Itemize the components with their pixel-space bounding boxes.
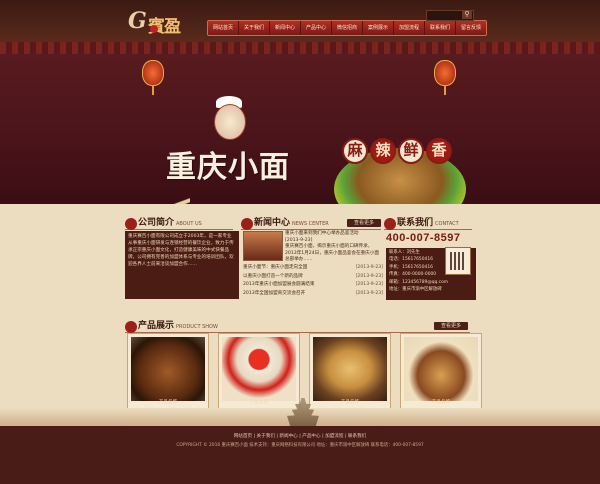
products-header: 产品展示 PRODUCT SHOW [125,318,470,333]
contact-header: 联系我们 CONTACT [384,215,472,230]
contact-line: 地址：重庆市渝中区解放碑 [389,287,442,293]
about-text: 重庆赛百小面有限公司成立于2003年，是一家专业从事重庆小面研发与连锁经营的餐饮… [125,231,239,299]
product-card[interactable]: 产品名称 [127,333,209,411]
lantern-icon [142,60,164,95]
nav-about[interactable]: 关于我们 [239,21,270,35]
nav-franchise[interactable]: 加盟流程 [394,21,425,35]
about-title-en: ABOUT US [176,221,202,227]
product-card[interactable]: 产品名称 [400,333,482,411]
about-icon [125,217,137,230]
flavor-badge: 麻 [342,138,368,164]
product-image[interactable] [131,337,205,401]
list-item[interactable]: 重庆小面节：重庆小面走向全国 [2013-9-23] [243,264,383,273]
about-title: 公司简介 [138,218,175,228]
products-icon [125,320,137,333]
products-title-en: PRODUCT SHOW [176,324,218,330]
product-label[interactable]: 产品名称 [310,399,390,405]
news-item-date: [2013-9-23] [355,265,383,270]
news-item-date: [2013-9-23] [355,290,383,296]
news-more-button[interactable]: 查看更多 [347,219,381,227]
chef-mascot [214,104,246,140]
lantern-icon [434,60,456,95]
nav-products[interactable]: 产品中心 [301,21,332,35]
contact-line: 邮箱：123456789@qq.com [389,279,449,285]
news-item-title[interactable]: 2013年重庆小面加盟展会圆满结束 [243,281,353,290]
about-header: 公司简介 ABOUT US [125,215,233,230]
news-icon [241,217,253,230]
nav-contact[interactable]: 联系我们 [425,21,456,35]
qr-code-image [445,247,471,275]
contact-title: 联系我们 [397,218,434,228]
products-more-button[interactable]: 查看更多 [434,322,468,330]
news-featured-summary: 重庆赛百小面，揭示重庆小面的口碑传承，2013年1月24日，重庆小面品鉴会在重庆… [285,244,379,263]
list-item[interactable]: 2013年重庆小面加盟展会圆满结束 [2013-9-23] [243,281,383,290]
news-item-date: [2013-9-23] [355,273,383,279]
product-label[interactable]: 产品名称 [219,399,299,405]
list-item[interactable]: 以重庆小面打造一个新的品牌 [2013-9-23] [243,273,383,282]
logo-seal-icon [150,25,158,33]
flavor-badges: 麻 辣 鲜 香 [342,138,452,164]
footer-copyright: COPYRIGHT © 2016 重庆赛百小面 技术支持：重庆网络科技有限公司 … [176,443,424,448]
product-image[interactable] [222,337,296,401]
footer-links[interactable]: 网站首页 | 关于我们 | 新闻中心 | 产品中心 | 加盟流程 | 联系我们 [0,433,600,439]
search-icon[interactable]: ⚲ [462,10,472,19]
product-image[interactable] [404,337,478,401]
product-label[interactable]: 产品名称 [401,399,481,405]
news-item-title[interactable]: 重庆小面节：重庆小面走向全国 [243,264,353,273]
news-item-date: [2013-9-23] [355,282,383,288]
product-image[interactable] [313,337,387,401]
product-card[interactable]: 产品名称 [218,333,300,411]
nav-wechat[interactable]: 微信招商 [332,21,363,35]
list-item[interactable]: 2013年全国加盟商交流会召开 [2013-9-23] [243,290,383,299]
contact-icon [384,217,396,230]
curtain-decoration [0,42,600,54]
news-title: 新闻中心 [254,218,291,228]
flavor-badge: 辣 [370,138,396,164]
contact-phone: 400-007-8597 [386,232,461,244]
nav-home[interactable]: 网站首页 [208,21,239,35]
nav-news[interactable]: 新闻中心 [270,21,301,35]
nav-cases[interactable]: 案例展示 [363,21,394,35]
logo-letter: G [128,8,147,34]
contact-title-en: CONTACT [435,221,459,227]
news-featured-title[interactable]: 重庆小面来到我们中心举办品鉴活动 [285,231,381,238]
news-title-en: NEWS CENTER [292,221,329,227]
main-nav: 网站首页 关于我们 新闻中心 产品中心 微信招商 案例展示 加盟流程 联系我们 … [207,20,487,36]
site-logo[interactable]: G 賓盈 [128,8,190,37]
flavor-badge: 鲜 [398,138,424,164]
nav-feedback[interactable]: 留言反馈 [456,21,486,35]
product-label[interactable]: 产品名称 [128,399,208,405]
hero-banner: 重庆小面 麻 辣 鲜 香 [0,42,600,204]
product-card[interactable]: 产品名称 [309,333,391,411]
flavor-badge: 香 [426,138,452,164]
site-header: G 賓盈 网站首页 关于我们 新闻中心 产品中心 微信招商 案例展示 加盟流程 … [0,0,600,42]
news-featured[interactable]: 重庆小面来到我们中心举办品鉴活动 [2013-9-23] 重庆赛百小面，揭示重庆… [285,231,381,264]
banner-title: 重庆小面 [166,150,290,185]
products-title: 产品展示 [138,321,175,331]
news-featured-image[interactable] [243,231,283,261]
site-footer: 网站首页 | 关于我们 | 新闻中心 | 产品中心 | 加盟流程 | 联系我们 … [0,426,600,484]
news-item-title[interactable]: 以重庆小面打造一个新的品牌 [243,273,353,282]
news-item-title[interactable]: 2013年全国加盟商交流会召开 [243,290,353,299]
chopsticks-image [150,192,190,204]
news-list: 重庆小面节：重庆小面走向全国 [2013-9-23] 以重庆小面打造一个新的品牌[… [243,264,383,298]
